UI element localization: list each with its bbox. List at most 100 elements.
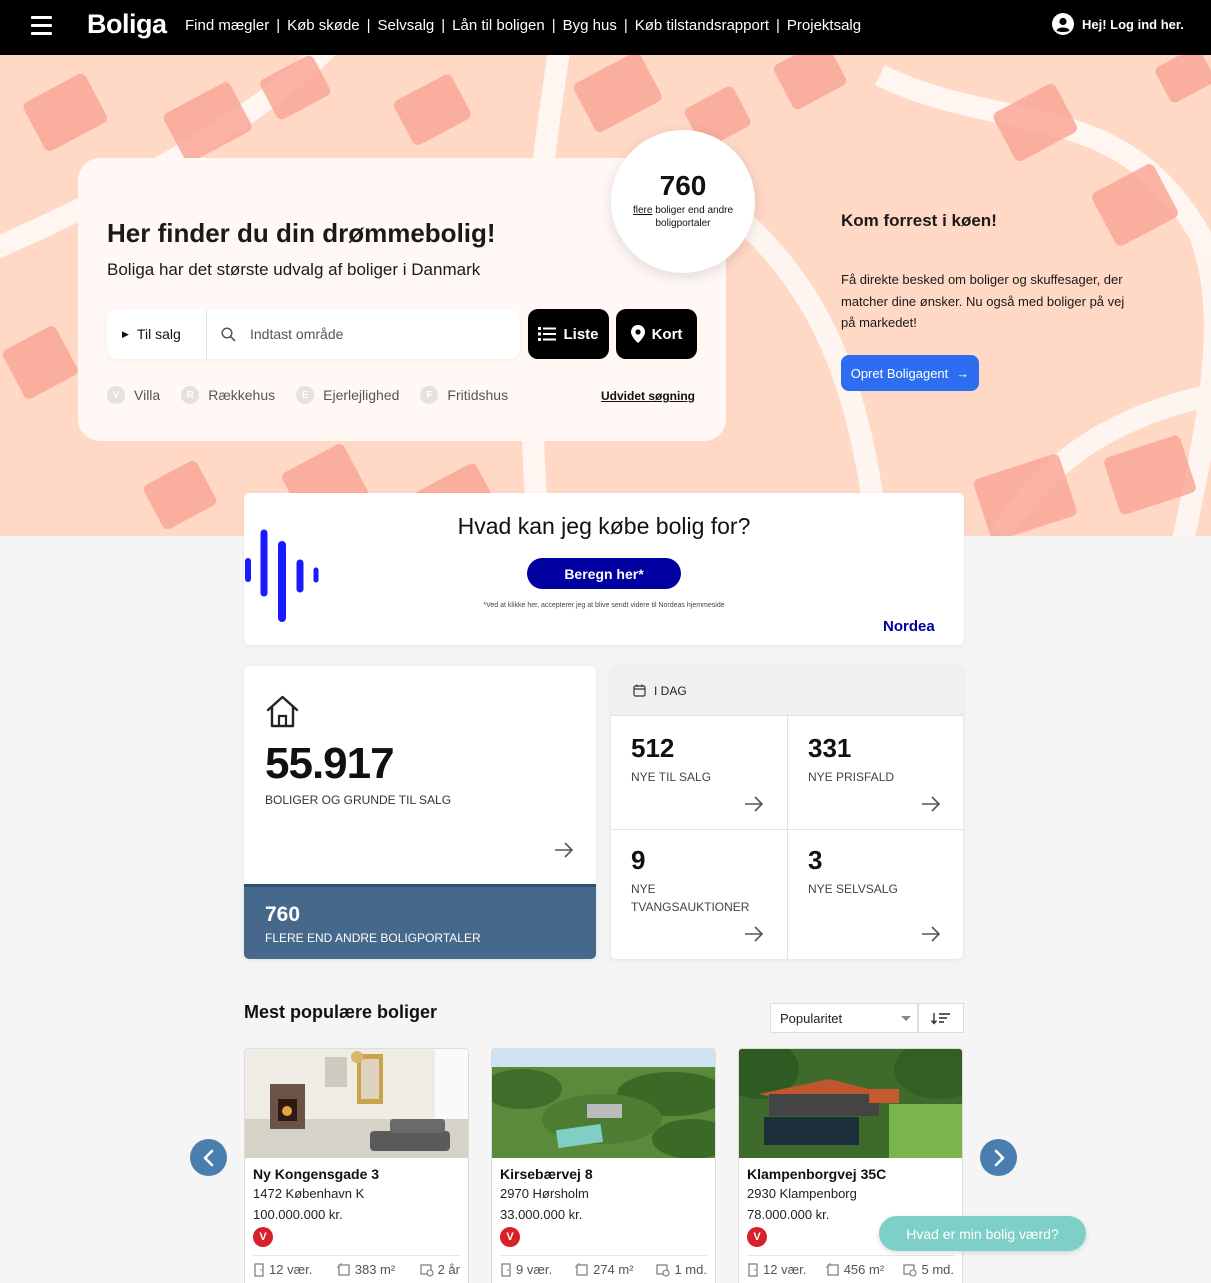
ad-title: Hvad kan jeg købe bolig for? [457,513,751,539]
area-icon [336,1262,350,1276]
area-search-input[interactable] [250,326,490,342]
page-subtitle: Boliga har det største udvalg af boliger… [107,260,481,279]
nordea-logo: Nordea [883,618,935,635]
age-fact: 2 år [419,1262,460,1277]
stat-label: NYE SELVSALG [808,882,898,896]
size-value: 274 m² [593,1262,634,1277]
rooms-value: 9 vær. [516,1262,553,1277]
more-than-others-banner[interactable]: 760 FLERE END ANDRE BOLIGPORTALER [244,884,596,959]
property-facts: 12 vær. 456 m² 5 md. [747,1262,954,1277]
more-than-others-label: FLERE END ANDRE BOLIGPORTALER [265,931,481,945]
nav-laan-til-boligen[interactable]: Lån til boligen [452,17,545,34]
ejerlejlighed-type-icon: E [296,386,315,404]
rooms-fact: 9 vær. [500,1262,552,1277]
nav-find-maegler[interactable]: Find mægler [185,17,269,34]
top-navigation-bar: Boliga Find mægler | Køb skøde | Selvsal… [0,0,1211,55]
create-agent-button[interactable]: Opret Boligagent → [841,355,979,391]
filter-fritidshus[interactable]: F Fritidshus [420,386,508,404]
property-address: Klampenborgvej 35C [747,1166,887,1182]
stat-label: NYE PRISFALD [808,770,895,784]
sale-type-dropdown[interactable]: ▶ Til salg [107,309,207,359]
nordea-ad-banner[interactable]: Hvad kan jeg købe bolig for? Beregn her*… [244,493,964,645]
chevron-left-icon [203,1149,213,1166]
area-icon [825,1262,839,1276]
badge-number: 760 [659,170,707,201]
home-valuation-button[interactable]: Hvad er min bolig værd? [879,1216,1086,1251]
property-price: 78.000.000 kr. [747,1207,830,1222]
today-header-label: I DAG [654,683,687,698]
area-search-field [207,326,520,342]
list-button-label: Liste [563,325,599,343]
card-divider [747,1255,954,1256]
house-icon [266,695,299,728]
property-photo [245,1049,468,1158]
carousel-next-button[interactable] [980,1139,1017,1176]
age-value: 1 md. [674,1262,707,1277]
arrow-right-icon[interactable] [554,842,574,858]
age-value: 5 md. [921,1262,954,1277]
size-fact: 383 m² [336,1262,395,1277]
stat-number: 331 [808,733,852,763]
list-view-button[interactable]: Liste [528,309,609,359]
new-price-drops-cell[interactable]: 331 NYE PRISFALD [788,717,963,829]
main-nav: Find mægler | Køb skøde | Selvsalg | Lån… [185,17,861,34]
map-button-label: Kort [651,325,683,343]
new-for-sale-cell[interactable]: 512 NYE TIL SALG [611,717,787,829]
sort-dropdown[interactable]: Popularitet [770,1003,918,1033]
card-divider [500,1255,707,1256]
ad-disclaimer: *Ved at klikke her, accepterer jeg at bl… [483,602,725,609]
filter-label: Villa [134,387,161,403]
nav-separator: | [623,17,628,34]
new-foreclosures-cell[interactable]: 9 NYE TVANGSAUKTIONER [611,830,787,959]
nav-selvsalg[interactable]: Selvsalg [378,17,435,34]
chevron-down-icon [901,1016,911,1021]
calendar-clock-icon [903,1263,918,1277]
nav-separator: | [775,17,780,34]
carousel-prev-button[interactable] [190,1139,227,1176]
nav-projektsalg[interactable]: Projektsalg [787,17,861,34]
today-header: I DAG [611,666,963,716]
badge-link[interactable]: flere [633,205,652,216]
login-text: Hej! Log ind her. [1082,16,1184,32]
card-divider [253,1255,460,1256]
map-pin-icon [630,325,645,343]
nav-koeb-skoede[interactable]: Køb skøde [287,17,360,34]
arrow-right-icon [922,926,941,942]
arrow-right-icon [922,796,941,812]
calculate-button[interactable]: Beregn her* [527,558,681,589]
property-facts: 12 vær. 383 m² 2 år [253,1262,460,1277]
menu-icon[interactable] [31,16,52,36]
property-card[interactable]: Kirsebærvej 8 2970 Hørsholm 33.000.000 k… [491,1048,716,1283]
today-stats-card: I DAG 512 NYE TIL SALG 331 NYE PRISFALD … [611,666,963,959]
badge-text: flere boliger end andre boligportaler [625,204,741,230]
nav-byg-hus[interactable]: Byg hus [563,17,617,34]
create-agent-label: Opret Boligagent [850,365,949,381]
advanced-search-link[interactable]: Udvidet søgning [601,389,695,403]
sort-descending-icon [931,1012,950,1025]
filter-raekkehus[interactable]: R Rækkehus [181,386,275,404]
filter-ejerlejlighed[interactable]: E Ejerlejlighed [296,386,399,404]
nav-koeb-tilstandsrapport[interactable]: Køb tilstandsrapport [635,17,769,34]
property-type-filters: V Villa R Rækkehus E Ejerlejlighed F Fritids… [107,386,529,404]
door-icon [254,1262,264,1277]
map-view-button[interactable]: Kort [616,309,697,359]
door-icon [501,1262,511,1277]
filter-villa[interactable]: V Villa [107,386,160,404]
stat-number: 512 [631,733,675,763]
property-price: 100.000.000 kr. [253,1207,343,1222]
sort-value: Popularitet [780,1010,843,1026]
sort-direction-button[interactable] [918,1003,964,1033]
sale-type-value: Til salg [136,326,181,342]
boliga-logo[interactable]: Boliga [87,9,167,40]
property-card[interactable]: Ny Kongensgade 3 1472 København K 100.00… [244,1048,469,1283]
door-icon [748,1262,758,1277]
nav-separator: | [276,17,281,34]
property-city: 2970 Hørsholm [500,1186,589,1201]
login-link[interactable]: Hej! Log ind her. [1052,13,1184,35]
nav-separator: | [441,17,446,34]
total-listings-number: 55.917 [265,739,395,788]
new-self-sales-cell[interactable]: 3 NYE SELVSALG [788,830,963,959]
promo-text: Få direkte besked om boliger og skuffesa… [841,272,1125,330]
filter-label: Ejerlejlighed [323,387,400,403]
filter-label: Rækkehus [208,387,276,403]
